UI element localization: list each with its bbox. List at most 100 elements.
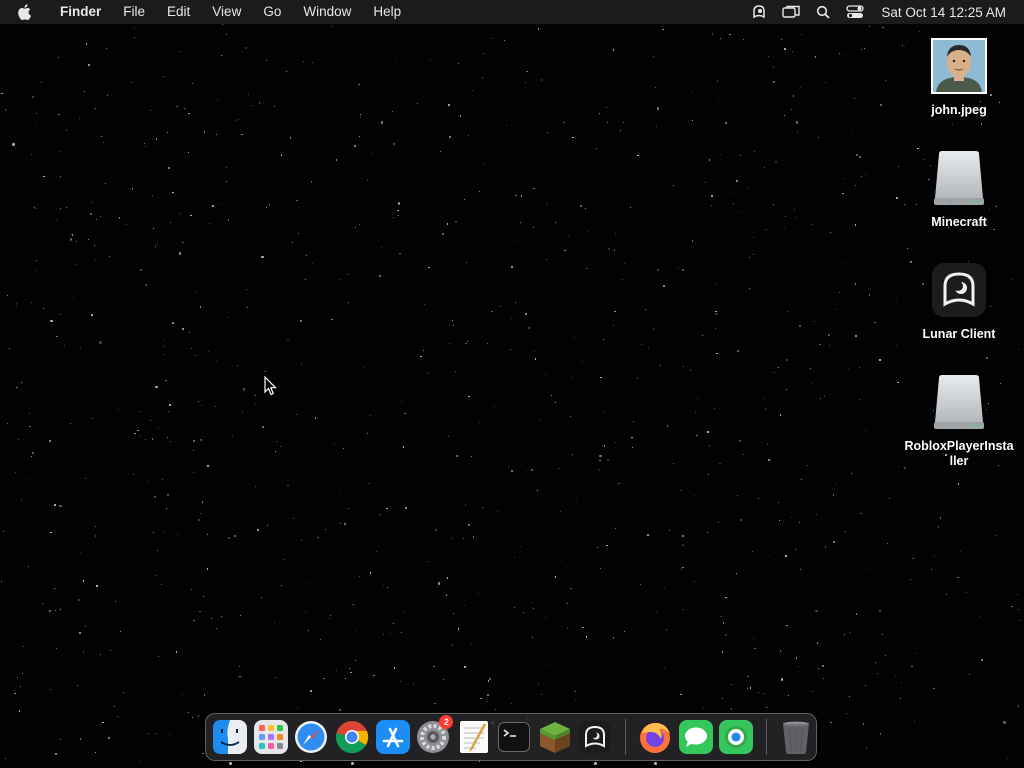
star (457, 628, 460, 630)
running-indicator (653, 761, 657, 765)
star (854, 185, 856, 187)
star (239, 614, 241, 616)
dock-app-chrome[interactable] (334, 719, 371, 765)
apple-menu[interactable] (0, 0, 49, 24)
star (80, 347, 82, 349)
star (897, 465, 899, 468)
star (823, 678, 824, 680)
desktop[interactable]: Finder File Edit View Go Window Help Sat… (0, 0, 1024, 768)
star (20, 499, 22, 501)
spotlight-search-icon[interactable] (814, 4, 832, 20)
star (740, 155, 742, 157)
star (131, 82, 133, 84)
menu-help[interactable]: Help (362, 0, 412, 24)
star (49, 688, 51, 690)
dock-app-find-my[interactable] (718, 719, 755, 756)
star (60, 608, 62, 610)
dock-app-minecraft[interactable] (537, 719, 574, 756)
star (881, 633, 884, 635)
star (572, 453, 574, 455)
star (749, 256, 751, 258)
dock-app-system-settings[interactable]: 2 (415, 714, 454, 756)
star (810, 368, 812, 370)
star (171, 322, 175, 325)
star (331, 318, 333, 321)
star (144, 439, 147, 441)
star (373, 675, 375, 677)
star (289, 137, 292, 139)
star (564, 249, 566, 252)
star (933, 688, 935, 690)
star (602, 412, 604, 414)
star (139, 411, 141, 413)
menu-file[interactable]: File (112, 0, 156, 24)
dock-app-app-store[interactable] (374, 719, 411, 756)
star (767, 444, 769, 446)
star (32, 95, 35, 99)
star (682, 566, 684, 569)
star (451, 319, 453, 321)
star (261, 255, 264, 259)
star (491, 310, 493, 313)
star (80, 551, 82, 553)
dock-app-messages[interactable] (677, 719, 714, 756)
star (108, 737, 110, 739)
star (844, 53, 847, 56)
menu-view[interactable]: View (201, 0, 252, 24)
star (912, 557, 914, 560)
dock-app-launchpad[interactable] (253, 719, 290, 756)
menu-bar: Finder File Edit View Go Window Help Sat… (0, 0, 1024, 24)
star (614, 249, 616, 251)
finder-icon (213, 720, 248, 754)
star (95, 525, 97, 527)
star (914, 721, 916, 723)
desktop-item-john-jpeg[interactable]: john.jpeg (904, 35, 1014, 118)
menu-window[interactable]: Window (292, 0, 362, 24)
star (656, 126, 658, 128)
star (380, 121, 384, 124)
star (397, 209, 399, 211)
star (526, 70, 528, 73)
star (22, 672, 24, 674)
star (167, 410, 169, 412)
star (60, 313, 62, 315)
screen-mirroring-icon[interactable] (782, 4, 801, 20)
star (615, 527, 617, 529)
star (137, 429, 139, 432)
star (157, 655, 160, 658)
star (344, 678, 346, 680)
star (725, 122, 727, 124)
star (582, 361, 584, 363)
dock-app-lunar-client[interactable] (577, 719, 614, 765)
star (711, 33, 714, 35)
star (370, 415, 372, 417)
dock-app-textedit[interactable] (455, 719, 492, 756)
lunar-client-status-icon[interactable] (750, 4, 768, 20)
dock-app-finder[interactable] (212, 719, 249, 765)
menu-bar-clock[interactable]: Sat Oct 14 12:25 AM (871, 5, 1024, 20)
desktop-item-robloxplayerinstaller[interactable]: RobloxPlayerInstaller (904, 371, 1014, 469)
star (621, 155, 623, 157)
star (35, 112, 37, 114)
star (680, 489, 682, 491)
star (595, 147, 598, 150)
star (20, 381, 22, 383)
star (346, 273, 349, 276)
menu-edit[interactable]: Edit (156, 0, 201, 24)
star (355, 659, 357, 661)
desktop-item-minecraft[interactable]: Minecraft (904, 147, 1014, 230)
star (766, 706, 768, 709)
dock-app-trash[interactable] (777, 719, 814, 756)
star (323, 677, 325, 680)
desktop-item-lunar-client[interactable]: Lunar Client (904, 259, 1014, 342)
star (711, 195, 714, 198)
dock-app-safari[interactable] (293, 719, 330, 756)
dock-app-terminal[interactable] (496, 719, 533, 756)
star (16, 302, 18, 305)
dock-app-firefox[interactable] (637, 719, 674, 765)
app-menu-finder[interactable]: Finder (49, 0, 112, 24)
control-center-icon[interactable] (846, 4, 865, 20)
menu-go[interactable]: Go (252, 0, 292, 24)
star (510, 469, 514, 472)
star (221, 24, 223, 26)
